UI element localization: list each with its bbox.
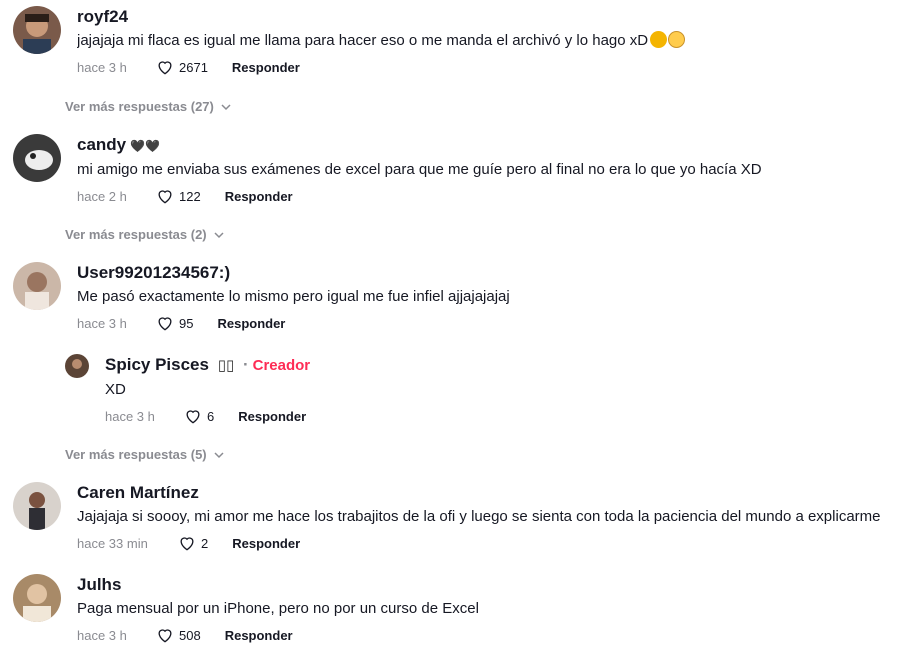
comment-meta: hace 2 h 122 Responder	[77, 185, 909, 207]
like-button[interactable]: 2671	[155, 57, 208, 77]
reply-button[interactable]: Responder	[225, 189, 293, 204]
timestamp: hace 3 h	[77, 59, 127, 75]
comment-text: jajajaja mi flaca es igual me llama para…	[77, 30, 909, 52]
avatar[interactable]	[65, 354, 89, 378]
username[interactable]: royf24	[77, 6, 909, 28]
timestamp: hace 3 h	[77, 315, 127, 331]
comment-meta: hace 3 h 6 Responder	[105, 405, 909, 427]
username[interactable]: Spicy Pisces	[105, 355, 209, 374]
like-count: 122	[179, 188, 201, 204]
comment-text: Jajajaja si soooy, mi amor me hace los t…	[77, 508, 881, 525]
username-row: Spicy Pisces ▯▯ · Creador	[105, 354, 909, 377]
chevron-down-icon	[214, 451, 224, 458]
comment-text: XD	[105, 381, 126, 398]
reply-button[interactable]: Responder	[217, 316, 285, 331]
comment-body: royf24 jajajaja mi flaca es igual me lla…	[77, 6, 909, 78]
avatar[interactable]	[13, 482, 61, 530]
heart-icon	[158, 317, 172, 331]
timestamp: hace 2 h	[77, 188, 127, 204]
like-count: 508	[179, 627, 201, 643]
comment-meta: hace 3 h 2671 Responder	[77, 56, 909, 78]
comment-body: Julhs Paga mensual por un iPhone, pero n…	[77, 574, 909, 646]
username-tag: 🖤🖤	[130, 139, 161, 153]
heart-eyes-emoji-icon	[650, 31, 668, 48]
comment-text: Paga mensual por un iPhone, pero no por …	[77, 600, 479, 617]
creator-badge: Creador	[252, 357, 311, 374]
heart-icon	[158, 629, 172, 643]
comment-meta: hace 3 h 508 Responder	[77, 624, 909, 646]
laughing-emoji-icon	[668, 31, 686, 48]
like-button[interactable]: 95	[155, 313, 193, 333]
avatar[interactable]	[13, 574, 61, 622]
username[interactable]: Julhs	[77, 574, 909, 596]
comment-body: candy 🖤🖤 mi amigo me enviaba sus exámenes…	[77, 134, 909, 207]
username[interactable]: User99201234567:)	[77, 262, 909, 284]
view-more-replies-button[interactable]: Ver más respuestas (27)	[65, 99, 232, 114]
comment-text: Me pasó exactamente lo mismo pero igual …	[77, 288, 510, 305]
heart-icon	[180, 537, 194, 551]
username[interactable]: Caren Martínez	[77, 482, 909, 504]
view-more-replies-label: Ver más respuestas (5)	[65, 447, 207, 462]
avatar[interactable]	[13, 134, 61, 182]
comment-text-content: jajajaja mi flaca es igual me llama para…	[77, 32, 649, 49]
reply-button[interactable]: Responder	[232, 536, 300, 551]
view-more-replies-button[interactable]: Ver más respuestas (5)	[65, 447, 225, 462]
comment-body: User99201234567:) Me pasó exactamente lo…	[77, 262, 909, 334]
like-button[interactable]: 6	[183, 406, 214, 426]
timestamp: hace 33 min	[77, 535, 148, 551]
heart-icon	[186, 410, 200, 424]
chevron-down-icon	[221, 103, 231, 110]
reply-button[interactable]: Responder	[225, 628, 293, 643]
view-more-replies-label: Ver más respuestas (27)	[65, 99, 214, 114]
comment-meta: hace 3 h 95 Responder	[77, 312, 909, 334]
comment-body: Caren Martínez Jajajaja si soooy, mi amo…	[77, 482, 909, 554]
timestamp: hace 3 h	[105, 408, 155, 424]
username-row: candy 🖤🖤	[77, 134, 909, 157]
avatar[interactable]	[13, 262, 61, 310]
view-more-replies-button[interactable]: Ver más respuestas (2)	[65, 227, 225, 242]
timestamp: hace 3 h	[77, 627, 127, 643]
heart-icon	[158, 61, 172, 75]
like-button[interactable]: 508	[155, 625, 201, 645]
separator-dot: ·	[242, 355, 249, 374]
heart-icon	[158, 190, 172, 204]
like-count: 2	[201, 535, 209, 551]
reply-button[interactable]: Responder	[232, 60, 300, 75]
like-button[interactable]: 2	[177, 533, 208, 553]
view-more-replies-label: Ver más respuestas (2)	[65, 227, 207, 242]
like-count: 6	[207, 408, 215, 424]
chevron-down-icon	[214, 231, 224, 238]
avatar[interactable]	[13, 6, 61, 54]
like-count: 2671	[179, 59, 208, 75]
username[interactable]: candy	[77, 135, 126, 154]
like-button[interactable]: 122	[155, 186, 201, 206]
comment-meta: hace 33 min 2 Responder	[77, 532, 909, 554]
comment-text: mi amigo me enviaba sus exámenes de exce…	[77, 161, 762, 178]
comment-body: Spicy Pisces ▯▯ · Creador XD hace 3 h 6 R…	[105, 354, 909, 427]
username-tag: ▯▯	[217, 357, 235, 374]
like-count: 95	[179, 315, 194, 331]
reply-button[interactable]: Responder	[238, 409, 306, 424]
